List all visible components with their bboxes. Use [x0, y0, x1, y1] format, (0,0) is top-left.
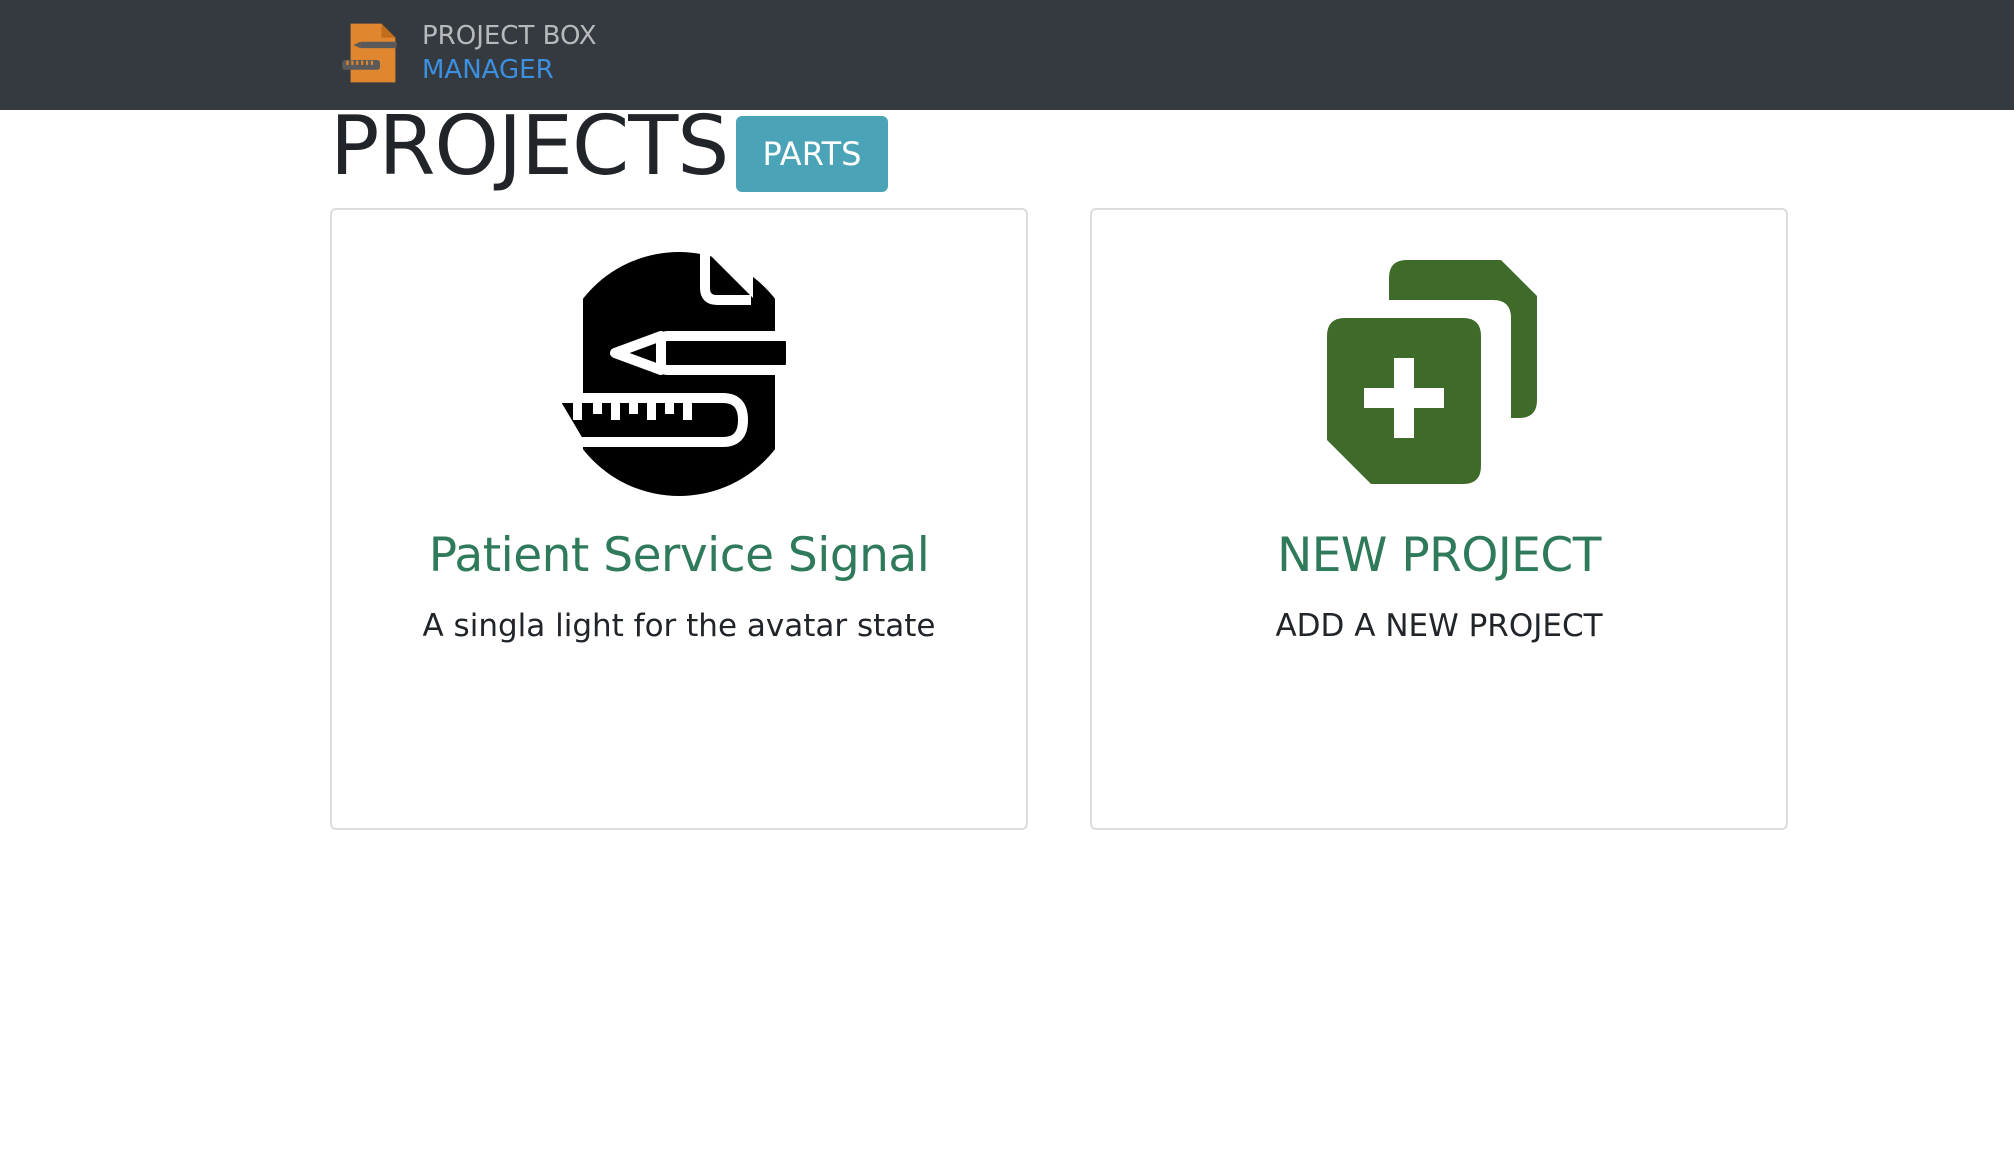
new-project-title[interactable]: NEW PROJECT	[1092, 528, 1786, 583]
new-project-description: ADD A NEW PROJECT	[1275, 608, 1603, 644]
new-project-card[interactable]: NEW PROJECT ADD A NEW PROJECT	[1090, 208, 1788, 830]
add-project-icon	[1327, 260, 1537, 484]
project-box-logo-icon	[342, 23, 397, 83]
brand-title-line2: MANAGER	[422, 55, 554, 85]
brand-title-line1: PROJECT BOX	[422, 21, 597, 51]
brand-link[interactable]: PROJECT BOX MANAGER	[338, 18, 597, 88]
project-title[interactable]: Patient Service Signal	[332, 528, 1026, 583]
page-title: PROJECTS	[330, 99, 729, 194]
project-card[interactable]: Patient Service Signal A singla light fo…	[330, 208, 1028, 830]
project-ruler-pencil-icon	[553, 248, 805, 500]
parts-button[interactable]: PARTS	[736, 116, 888, 192]
top-navbar: PROJECT BOX MANAGER	[0, 0, 2014, 110]
project-description: A singla light for the avatar state	[422, 608, 936, 644]
